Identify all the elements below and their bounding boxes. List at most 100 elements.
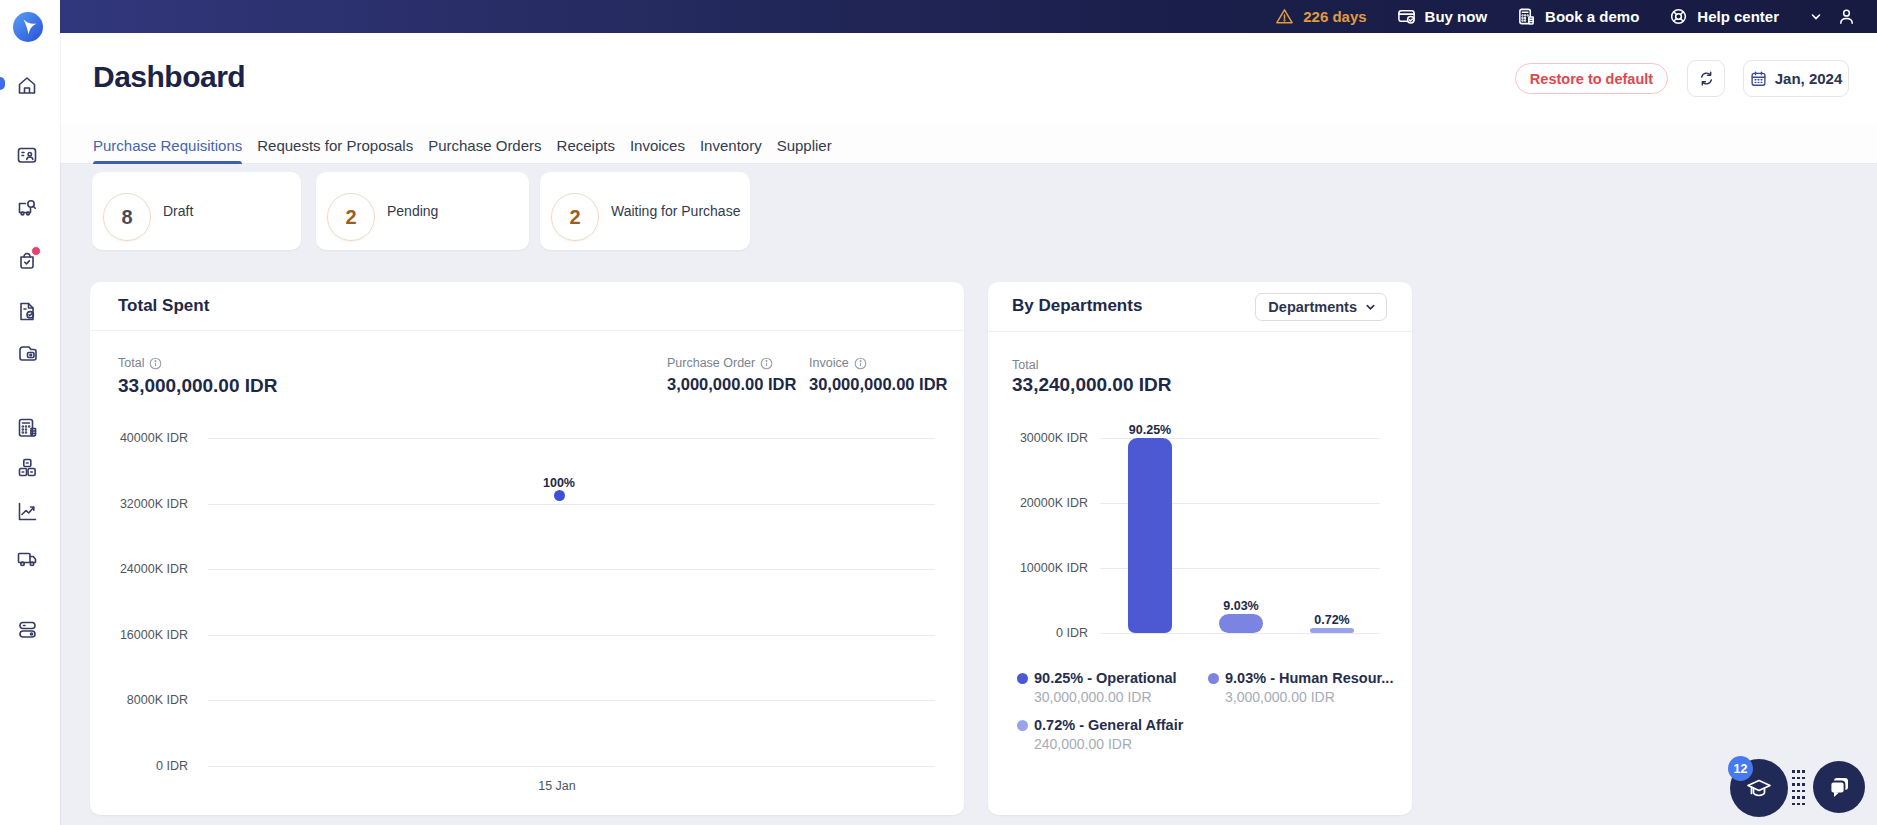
calendar-icon <box>1750 70 1767 87</box>
tab-purchase-orders[interactable]: Purchase Orders <box>428 125 541 164</box>
tab-supplier[interactable]: Supplier <box>777 125 832 164</box>
status-card-pending[interactable]: 2Pending <box>316 172 529 250</box>
id-card-icon <box>16 144 38 166</box>
legend-item: 90.25% - Operational30,000,000.00 IDR <box>1017 670 1177 705</box>
bar-percent-label: 90.25% <box>1129 423 1171 437</box>
legend-dot <box>1208 673 1219 684</box>
line-chart-icon <box>16 500 38 522</box>
legend-item: 0.72% - General Affair 240,000.00 IDR <box>1017 717 1183 752</box>
y-axis-tick: 20000K IDR <box>988 496 1088 510</box>
warning-icon <box>1275 7 1294 26</box>
summary-value: 33,000,000.00 IDR <box>118 375 278 397</box>
data-point[interactable] <box>554 490 565 501</box>
sidebar-item-home[interactable] <box>16 74 38 96</box>
app-logo-icon[interactable] <box>13 12 43 42</box>
buy-now-button[interactable]: Buy now <box>1397 7 1488 26</box>
summary-label: Purchase Order <box>667 356 755 370</box>
info-icon <box>149 357 162 370</box>
bar-operational[interactable] <box>1128 438 1172 633</box>
chevron-down-icon[interactable] <box>1809 10 1823 24</box>
legend-value: 240,000.00 IDR <box>1034 736 1183 752</box>
active-nav-indicator <box>0 77 5 90</box>
wallet-check-icon <box>1397 7 1416 26</box>
y-axis-tick: 24000K IDR <box>90 562 188 576</box>
trial-countdown[interactable]: 226 days <box>1275 7 1366 26</box>
toggles-icon <box>16 618 38 640</box>
tab-list: Purchase Requisitions Requests for Propos… <box>93 125 832 164</box>
chat-widget-button[interactable] <box>1813 761 1865 813</box>
bar-human-resources[interactable] <box>1219 614 1263 634</box>
sidebar-item-document-check[interactable] <box>16 300 38 322</box>
by-departments-title: By Departments <box>1012 296 1142 316</box>
user-icon[interactable] <box>1837 7 1856 26</box>
by-departments-card: By Departments Departments Total 33,240,… <box>988 282 1412 815</box>
nav-label: Buy now <box>1425 8 1488 25</box>
divider <box>90 330 964 331</box>
help-center-button[interactable]: Help center <box>1669 7 1779 26</box>
learning-badge: 12 <box>1728 756 1753 781</box>
divider <box>988 331 1412 332</box>
departments-dropdown-label: Departments <box>1268 299 1357 315</box>
date-label: Jan, 2024 <box>1775 70 1843 87</box>
bar-percent-label: 0.72% <box>1314 613 1349 627</box>
y-axis-tick: 30000K IDR <box>988 431 1088 445</box>
legend-dot <box>1017 720 1028 731</box>
sidebar-item-calculator[interactable] <box>16 416 38 438</box>
drag-handle-dots[interactable] <box>1792 770 1805 807</box>
summary-col-total: Total <box>118 356 162 370</box>
y-axis-tick: 40000K IDR <box>90 431 188 445</box>
status-label: Waiting for Purchase <box>611 172 740 250</box>
y-axis-tick: 8000K IDR <box>90 693 188 707</box>
notification-dot <box>31 246 41 256</box>
info-icon <box>760 357 773 370</box>
sidebar-item-toggles[interactable] <box>16 618 38 640</box>
tab-requests-for-proposals[interactable]: Requests for Proposals <box>257 125 413 164</box>
nav-label: Book a demo <box>1545 8 1639 25</box>
y-axis-tick: 0 IDR <box>90 759 188 773</box>
sidebar-item-line-chart[interactable] <box>16 500 38 522</box>
dept-total-label: Total <box>1012 358 1038 372</box>
total-spent-title: Total Spent <box>118 296 209 316</box>
legend-value: 3,000,000.00 IDR <box>1225 689 1393 705</box>
legend-dot <box>1017 673 1028 684</box>
chevron-down-icon <box>1365 302 1376 313</box>
gridline <box>208 504 935 505</box>
home-icon <box>16 74 38 96</box>
wallet-icon <box>16 342 38 364</box>
x-axis-tick: 15 Jan <box>538 779 576 793</box>
status-card-waiting-for-purchase[interactable]: 2Waiting for Purchase <box>540 172 750 250</box>
legend-label: 0.72% - General Affair <box>1034 717 1183 733</box>
sidebar-item-truck[interactable] <box>16 547 38 569</box>
tab-receipts[interactable]: Receipts <box>557 125 615 164</box>
book-a-demo-button[interactable]: Book a demo <box>1517 7 1639 26</box>
y-axis-tick: 32000K IDR <box>90 497 188 511</box>
calculator-icon <box>16 416 38 438</box>
sidebar-item-wallet[interactable] <box>16 342 38 364</box>
gridline <box>208 438 935 439</box>
sidebar-item-cubes[interactable] <box>16 456 38 478</box>
tab-purchase-requisitions[interactable]: Purchase Requisitions <box>93 125 242 164</box>
y-axis-tick: 16000K IDR <box>90 628 188 642</box>
legend-item: 9.03% - Human Resour...3,000,000.00 IDR <box>1208 670 1393 705</box>
trial-days-label: 226 days <box>1303 8 1366 25</box>
status-count: 2 <box>551 193 599 241</box>
summary-value: 30,000,000.00 IDR <box>809 375 948 394</box>
bar-general-affair[interactable] <box>1310 628 1354 633</box>
tab-invoices[interactable]: Invoices <box>630 125 685 164</box>
sidebar-item-truck-search[interactable] <box>16 197 38 219</box>
info-icon <box>854 357 867 370</box>
gridline <box>1100 633 1380 634</box>
date-picker-button[interactable]: Jan, 2024 <box>1743 60 1849 97</box>
sidebar-item-id-card[interactable] <box>16 144 38 166</box>
departments-dropdown[interactable]: Departments <box>1255 293 1387 321</box>
refresh-button[interactable] <box>1687 60 1725 97</box>
top-navbar: 226 days Buy now Book a demo Help center <box>60 0 1877 33</box>
tab-inventory[interactable]: Inventory <box>700 125 762 164</box>
gridline <box>208 569 935 570</box>
legend-value: 30,000,000.00 IDR <box>1034 689 1177 705</box>
status-label: Draft <box>163 172 193 250</box>
status-label: Pending <box>387 172 438 250</box>
status-card-draft[interactable]: 8Draft <box>92 172 301 250</box>
restore-to-default-button[interactable]: Restore to default <box>1515 63 1668 94</box>
lifebuoy-icon <box>1669 7 1688 26</box>
